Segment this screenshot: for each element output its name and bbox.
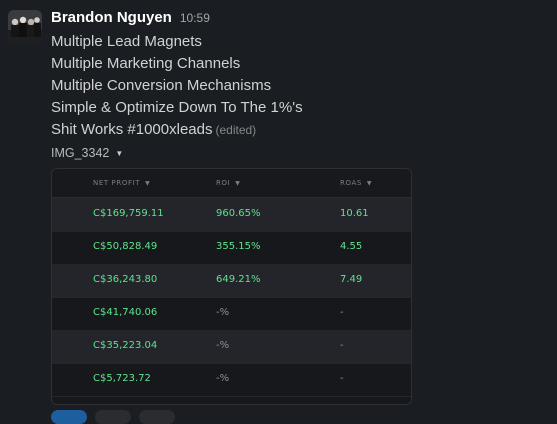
reaction-pill[interactable] xyxy=(95,410,131,424)
roi-cell: 960.65% xyxy=(216,208,261,219)
chevron-down-icon: ▼ xyxy=(235,179,241,187)
message: Brandon Nguyen 10:59 Multiple Lead Magne… xyxy=(0,0,557,424)
message-line: Simple & Optimize Down To The 1%'s xyxy=(51,99,303,116)
table-header: NET PROFIT ▼ ROI ▼ ROAS ▼ xyxy=(52,169,411,198)
roas-cell: - xyxy=(340,307,344,318)
table-row: C$35,223.04 -% - xyxy=(52,330,411,364)
column-header-label: ROAS xyxy=(340,179,362,187)
caret-down-icon: ▼ xyxy=(115,148,124,158)
message-line-text: Shit Works #1000xleads xyxy=(51,121,213,138)
roas-cell: - xyxy=(340,373,344,384)
avatar[interactable] xyxy=(8,10,42,44)
roas-cell: 4.55 xyxy=(340,241,363,252)
column-header-net-profit: NET PROFIT ▼ xyxy=(93,179,150,187)
message-line: Multiple Conversion Mechanisms xyxy=(51,77,272,94)
net-profit-cell: C$35,223.04 xyxy=(93,340,158,351)
author-name[interactable]: Brandon Nguyen xyxy=(51,9,172,26)
column-header-roas: ROAS ▼ xyxy=(340,179,372,187)
reaction-pill[interactable] xyxy=(51,410,87,424)
table-row: C$5,723.72 -% - xyxy=(52,363,411,397)
image-attachment[interactable]: NET PROFIT ▼ ROI ▼ ROAS ▼ C$169,759.11 9… xyxy=(51,168,412,405)
table-row: C$41,740.06 -% - xyxy=(52,297,411,331)
roi-cell: 649.21% xyxy=(216,274,261,285)
net-profit-cell: C$169,759.11 xyxy=(93,208,164,219)
message-header: Brandon Nguyen 10:59 xyxy=(51,9,210,29)
avatar-photo-icon xyxy=(8,10,42,44)
table-row: C$50,828.49 355.15% 4.55 xyxy=(52,231,411,265)
add-reaction-button[interactable] xyxy=(139,410,175,424)
roas-cell: - xyxy=(340,340,344,351)
net-profit-cell: C$41,740.06 xyxy=(93,307,158,318)
column-header-label: ROI xyxy=(216,179,231,187)
message-line: Multiple Marketing Channels xyxy=(51,55,241,72)
message-body: Multiple Lead Magnets Multiple Marketing… xyxy=(51,31,303,141)
attachment-filename-toggle[interactable]: IMG_3342 ▼ xyxy=(51,146,123,160)
roas-cell: 10.61 xyxy=(340,208,369,219)
table-row: C$169,759.11 960.65% 10.61 xyxy=(52,198,411,232)
net-profit-cell: C$50,828.49 xyxy=(93,241,158,252)
chevron-down-icon: ▼ xyxy=(145,179,151,187)
roi-cell: -% xyxy=(216,373,230,384)
reaction-bar xyxy=(51,410,175,424)
chevron-down-icon: ▼ xyxy=(366,179,373,187)
roi-cell: -% xyxy=(216,307,230,318)
column-header-roi: ROI ▼ xyxy=(216,179,240,187)
message-line: Multiple Lead Magnets xyxy=(51,33,202,50)
edited-label: (edited) xyxy=(215,123,257,137)
message-line: Shit Works #1000xleads (edited) xyxy=(51,119,303,141)
attachment-filename: IMG_3342 xyxy=(51,146,110,160)
net-profit-cell: C$36,243.80 xyxy=(93,274,158,285)
column-header-label: NET PROFIT xyxy=(93,179,141,187)
timestamp[interactable]: 10:59 xyxy=(180,11,210,25)
net-profit-cell: C$5,723.72 xyxy=(93,373,151,384)
roi-cell: -% xyxy=(216,340,230,351)
roas-cell: 7.49 xyxy=(340,274,363,285)
roi-cell: 355.15% xyxy=(216,241,261,252)
table-row: C$36,243.80 649.21% 7.49 xyxy=(52,264,411,298)
